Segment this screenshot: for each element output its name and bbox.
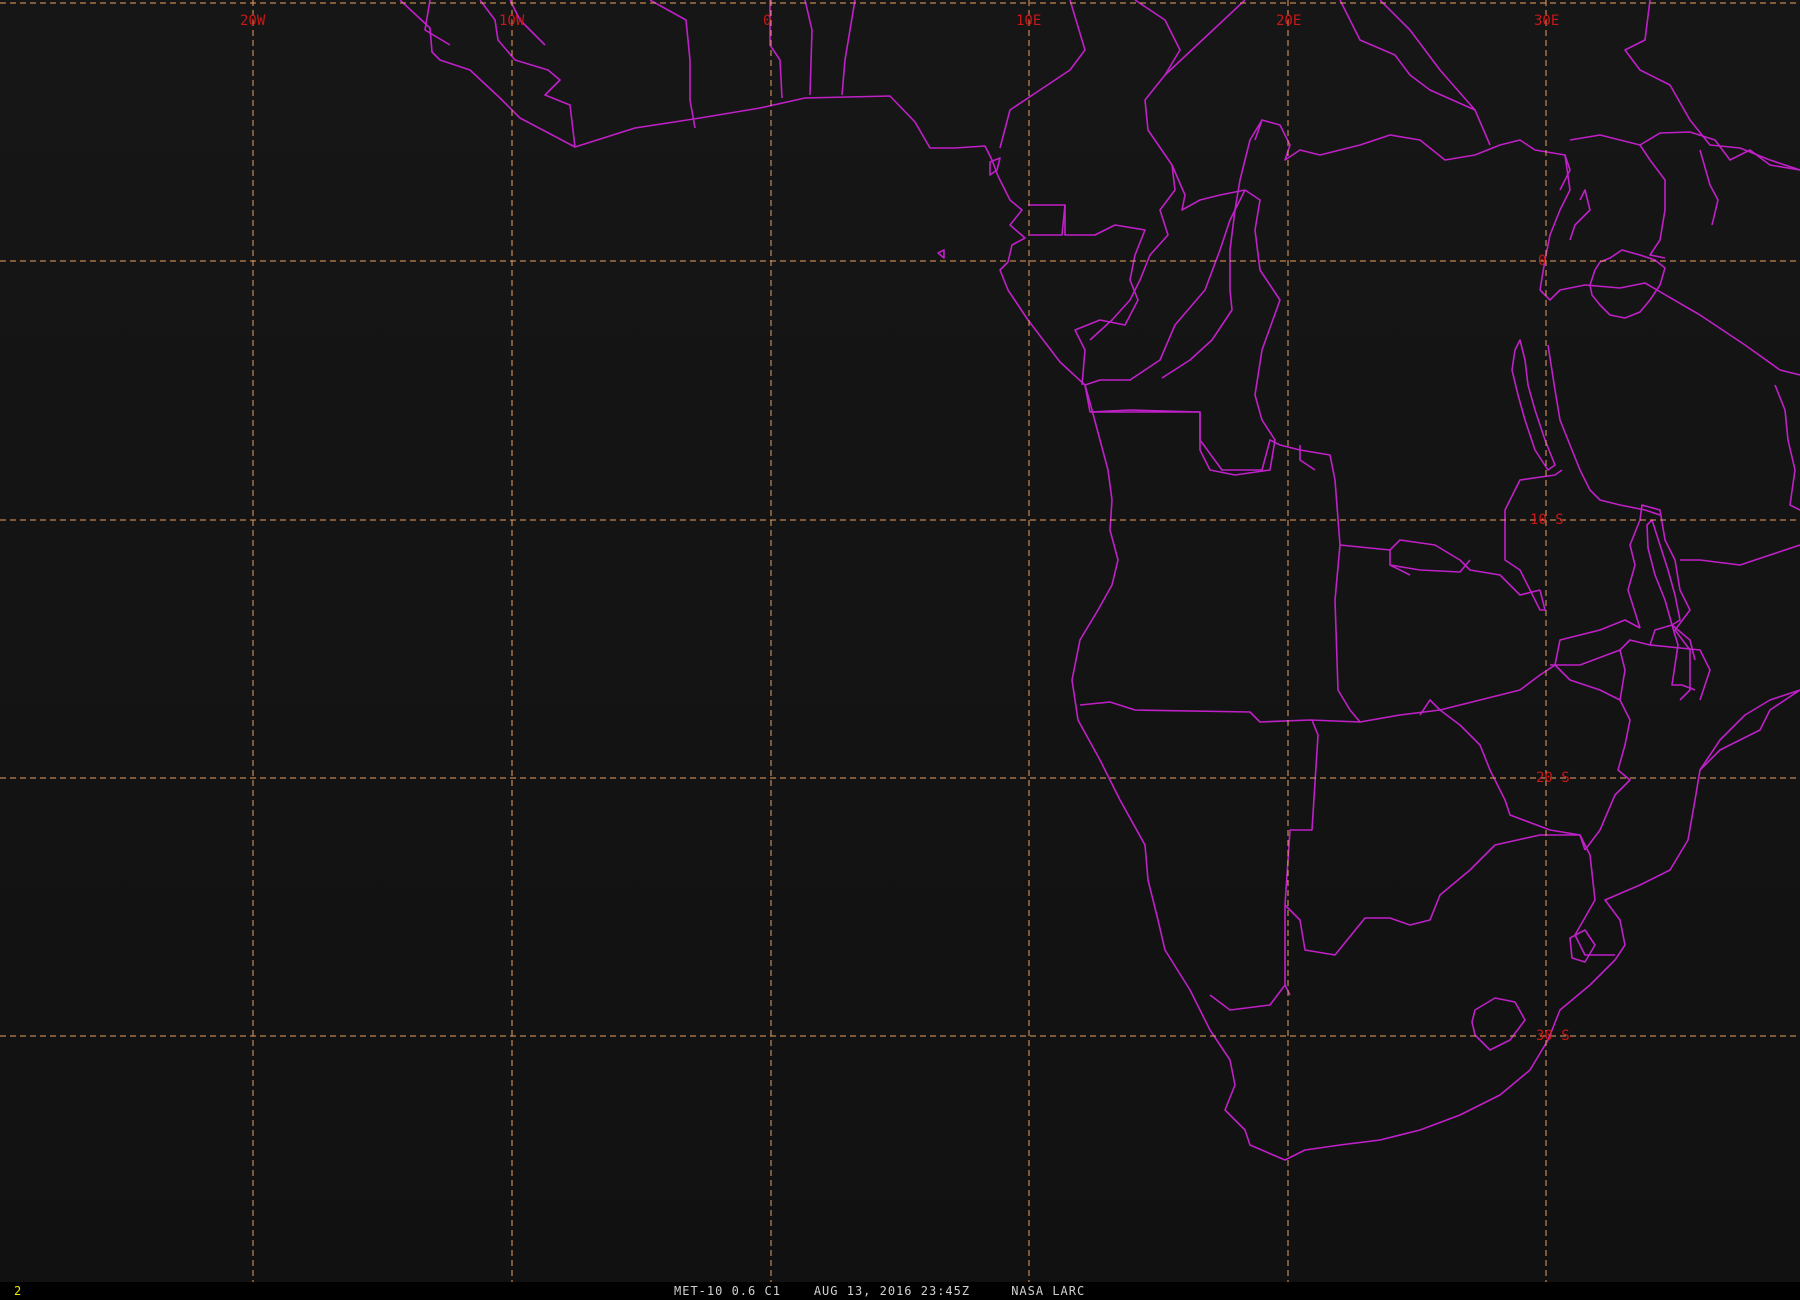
image-caption: MET-10 0.6 C1 AUG 13, 2016 23:45Z NASA L…	[674, 1284, 1086, 1298]
lat-label-20s: 20 S	[1536, 770, 1570, 786]
lon-label-10e: 10E	[1016, 13, 1041, 29]
lat-label-30s: 30 S	[1536, 1028, 1570, 1044]
lon-label-20w: 20W	[240, 13, 266, 29]
lon-label-20e: 20E	[1276, 13, 1301, 29]
map-background	[0, 0, 1800, 1282]
status-bar: 2 MET-10 0.6 C1 AUG 13, 2016 23:45Z NASA…	[0, 1282, 1800, 1300]
lon-label-10w: 10W	[499, 13, 525, 29]
lat-label-10s: 10 S	[1530, 512, 1564, 528]
lat-label-0: 0	[1538, 253, 1546, 269]
lon-label-30e: 30E	[1534, 13, 1559, 29]
satellite-map[interactable]: 20W 10W 0 10E 20E 30E 0 10 S 20 S 30 S	[0, 0, 1800, 1300]
frame-number: 2	[14, 1284, 23, 1298]
lon-label-0: 0	[763, 13, 771, 29]
